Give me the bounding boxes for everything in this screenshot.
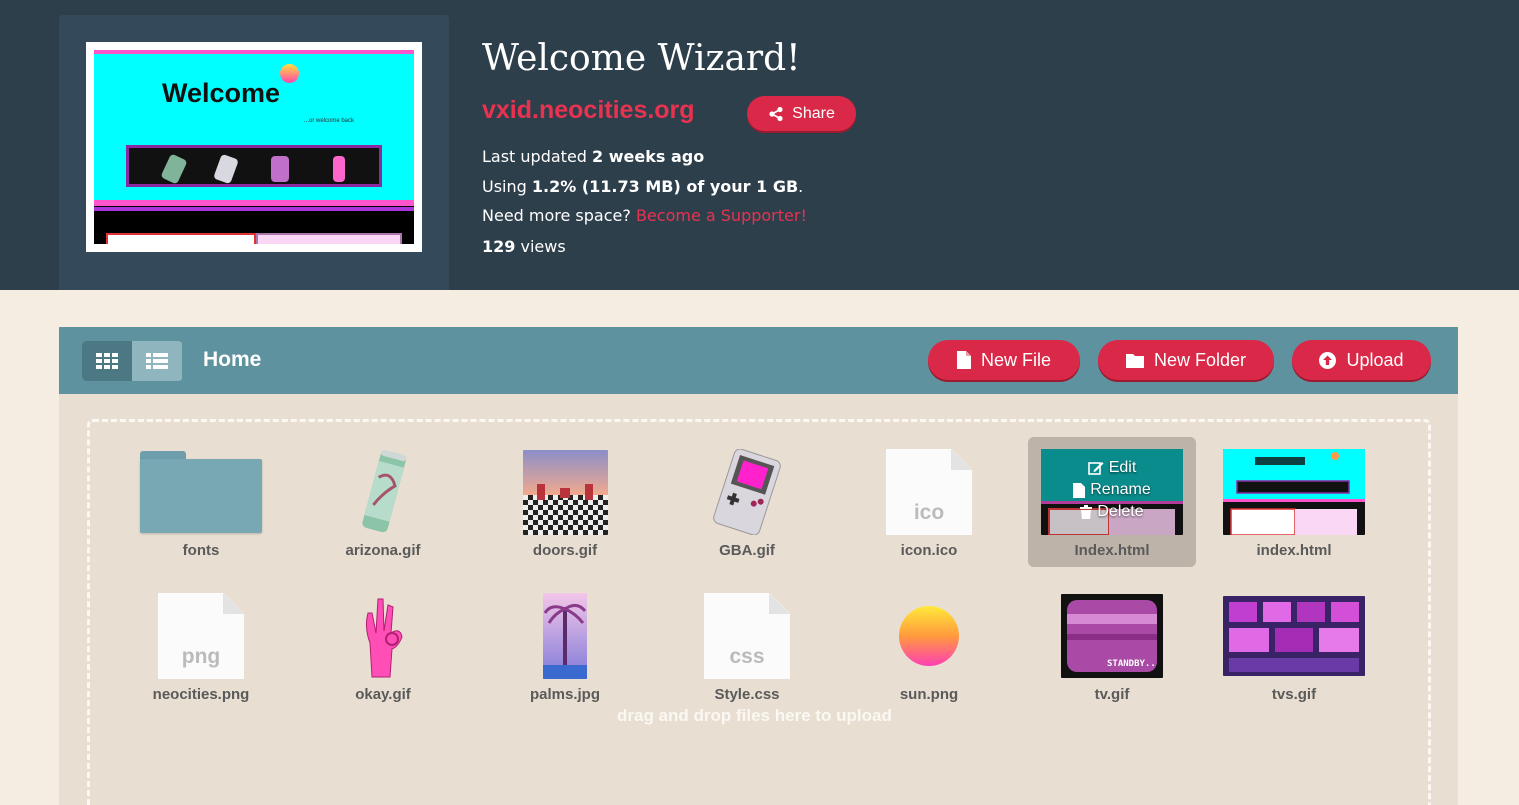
file-name: icon.ico	[900, 542, 958, 559]
file-toolbar: Home New File New Folder Upload	[59, 327, 1458, 394]
index-page-thumbnail	[1223, 449, 1365, 535]
file-icon	[956, 351, 971, 369]
last-updated-text: Last updated 2 weeks ago	[482, 147, 705, 166]
trash-icon	[1080, 505, 1093, 519]
preview-heading: Welcome	[162, 78, 281, 108]
file-name: sun.png	[899, 686, 959, 703]
file-icon	[1073, 482, 1086, 498]
file-item-index-html-upper[interactable]: Edit Rename Delete Index.html	[1028, 437, 1196, 567]
grid-view-button[interactable]	[82, 341, 132, 381]
file-manager-panel: Home New File New Folder Upload drag and…	[59, 327, 1458, 805]
document-icon: png	[158, 593, 244, 679]
gameboy-image	[713, 449, 781, 535]
file-name: tvs.gif	[1271, 686, 1317, 703]
new-folder-label: New Folder	[1153, 349, 1247, 370]
file-name: arizona.gif	[345, 542, 421, 559]
sun-image	[899, 606, 959, 666]
new-folder-button[interactable]: New Folder	[1098, 340, 1274, 380]
file-hover-actions: Edit Rename Delete	[1028, 459, 1196, 521]
file-item-icon-ico[interactable]: ico icon.ico	[845, 437, 1013, 567]
file-name: doors.gif	[532, 542, 598, 559]
views-text: 129 views	[482, 237, 566, 256]
document-icon: ico	[886, 449, 972, 535]
rename-action[interactable]: Rename	[1073, 481, 1151, 499]
upload-button[interactable]: Upload	[1292, 340, 1431, 380]
file-item-tvs-gif[interactable]: tvs.gif	[1210, 581, 1378, 711]
preview-subheading: ...or welcome back	[304, 118, 355, 124]
preview-icon-strip	[126, 145, 382, 187]
edit-icon	[1087, 462, 1104, 475]
file-item-gba[interactable]: GBA.gif	[663, 437, 831, 567]
svg-text:STANDBY..: STANDBY..	[1107, 659, 1156, 669]
document-icon: css	[704, 593, 790, 679]
share-icon	[769, 106, 783, 121]
usage-text: Using 1.2% (11.73 MB) of your 1 GB.	[482, 177, 804, 196]
file-item-tv-gif[interactable]: STANDBY.. tv.gif	[1028, 581, 1196, 711]
site-header: Welcome ...or welcome back Welcome Wizar…	[0, 0, 1519, 290]
tvs-image	[1223, 596, 1365, 676]
tv-image: STANDBY..	[1061, 594, 1163, 678]
share-button[interactable]: Share	[747, 96, 856, 131]
file-item-fonts[interactable]: fonts	[117, 437, 285, 567]
edit-action[interactable]: Edit	[1087, 459, 1136, 477]
file-name: palms.jpg	[529, 686, 600, 703]
become-supporter-link[interactable]: Become a Supporter!	[636, 206, 807, 225]
file-item-doors[interactable]: doors.gif	[481, 437, 649, 567]
new-file-label: New File	[980, 349, 1051, 370]
file-item-sun-png[interactable]: sun.png	[845, 581, 1013, 711]
last-updated-value: 2 weeks ago	[592, 147, 705, 166]
file-name: GBA.gif	[719, 542, 775, 559]
space-prompt-text: Need more space? Become a Supporter!	[482, 206, 807, 225]
file-item-okay-gif[interactable]: okay.gif	[299, 581, 467, 711]
site-preview-card: Welcome ...or welcome back	[59, 15, 449, 290]
folder-icon	[1125, 353, 1144, 368]
list-view-button[interactable]	[132, 341, 182, 381]
file-item-neocities-png[interactable]: png neocities.png	[117, 581, 285, 711]
file-name: Index.html	[1074, 542, 1150, 559]
file-item-index-html-lower[interactable]: index.html	[1210, 437, 1378, 567]
views-count: 129	[482, 237, 516, 256]
palms-image	[543, 593, 587, 679]
share-button-label: Share	[792, 104, 835, 122]
upload-label: Upload	[1346, 349, 1404, 370]
usage-value: 1.2% (11.73 MB) of your 1 GB	[531, 177, 799, 196]
upload-icon	[1319, 351, 1337, 369]
view-toggle	[82, 341, 183, 381]
list-icon	[146, 353, 168, 369]
delete-action[interactable]: Delete	[1080, 503, 1144, 521]
new-file-button[interactable]: New File	[928, 340, 1080, 380]
arizona-can-image	[362, 449, 407, 533]
file-name: Style.css	[714, 686, 780, 703]
folder-icon	[140, 451, 262, 533]
site-title: Welcome Wizard!	[482, 38, 801, 79]
breadcrumb-home[interactable]: Home	[203, 348, 261, 372]
file-item-palms-jpg[interactable]: palms.jpg	[481, 581, 649, 711]
file-name: tv.gif	[1094, 686, 1130, 703]
grid-icon	[96, 353, 118, 369]
site-url-link[interactable]: vxid.neocities.org	[482, 96, 695, 125]
site-screenshot-thumbnail[interactable]: Welcome ...or welcome back	[86, 42, 422, 252]
ok-hand-image	[365, 598, 403, 678]
file-name: index.html	[1256, 542, 1332, 559]
preview-sun-icon	[280, 64, 299, 83]
file-item-style-css[interactable]: css Style.css	[663, 581, 831, 711]
doors-image	[522, 449, 608, 535]
file-name: okay.gif	[355, 686, 411, 703]
file-name: fonts	[182, 542, 220, 559]
file-item-arizona[interactable]: arizona.gif	[299, 437, 467, 567]
file-name: neocities.png	[152, 686, 250, 703]
